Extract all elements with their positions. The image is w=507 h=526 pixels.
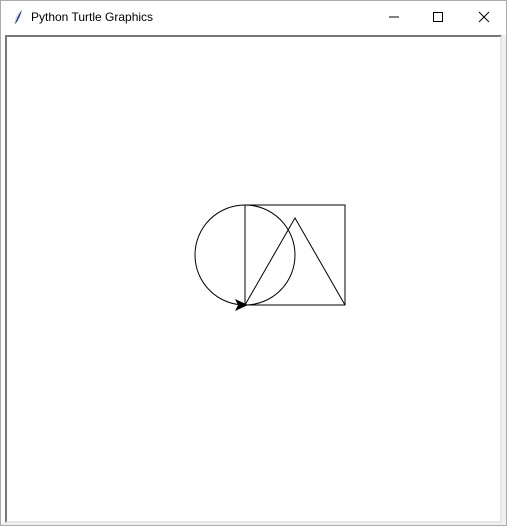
title-bar[interactable]: Python Turtle Graphics — [1, 1, 506, 32]
feather-icon — [10, 8, 24, 26]
close-icon — [478, 11, 490, 23]
minimize-button[interactable] — [371, 1, 416, 32]
maximize-button[interactable] — [415, 1, 460, 32]
turtle-canvas-frame — [5, 35, 502, 523]
canvas-right-edge — [502, 35, 506, 523]
turtle-canvas[interactable] — [7, 37, 500, 521]
window-title: Python Turtle Graphics — [31, 10, 154, 24]
turtle-window: Python Turtle Graphics — [0, 0, 507, 526]
minimize-icon — [388, 11, 400, 23]
canvas-bottom-edge — [1, 523, 506, 525]
maximize-icon — [432, 11, 444, 23]
close-button[interactable] — [461, 1, 506, 32]
turtle-cursor-icon — [235, 299, 248, 311]
